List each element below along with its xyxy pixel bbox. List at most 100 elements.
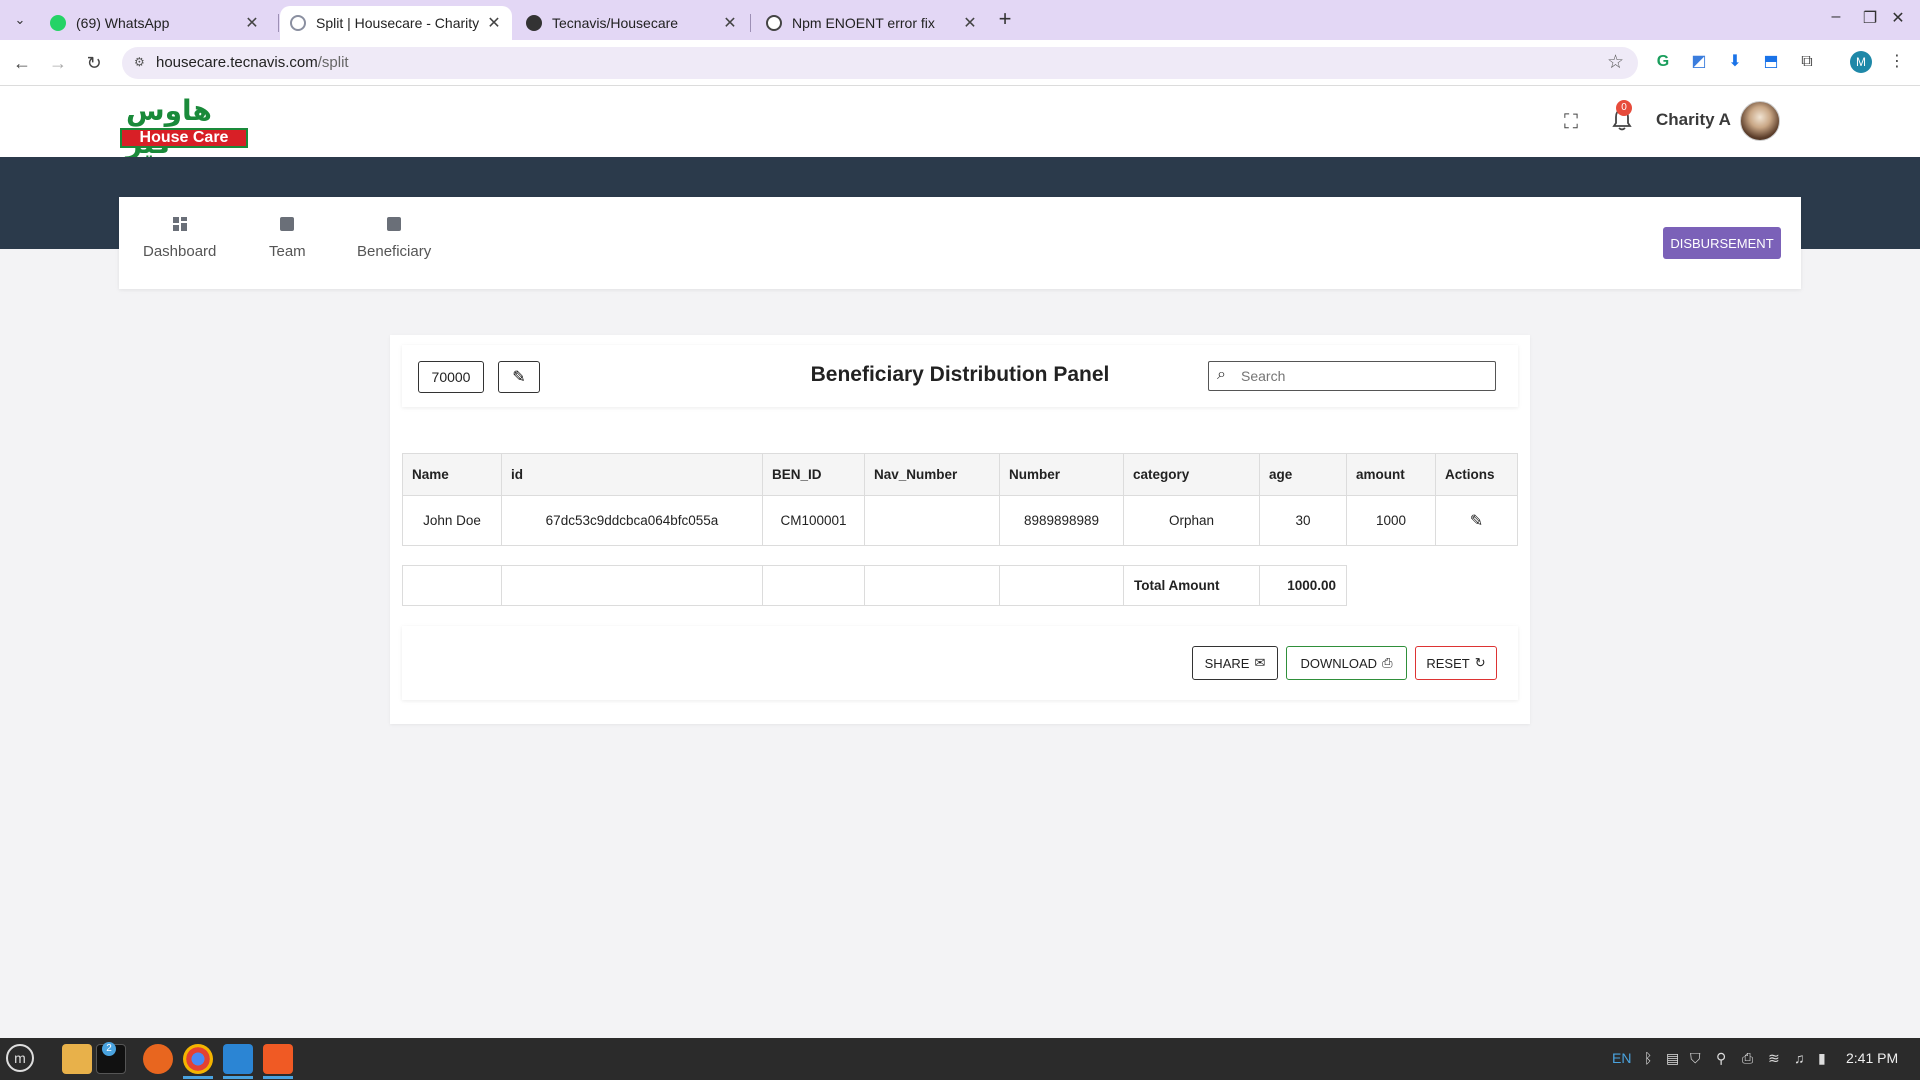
- badge-icon: [387, 217, 402, 231]
- files-icon[interactable]: [62, 1044, 92, 1074]
- clipboard-icon[interactable]: ▤: [1666, 1050, 1679, 1067]
- browser-toolbar: ← → ↻ ⚙ housecare.tecnavis.com/split ☆ G…: [0, 40, 1920, 86]
- nav-item-dashboard[interactable]: Dashboard: [143, 217, 216, 260]
- new-tab-icon[interactable]: +: [993, 8, 1017, 32]
- fullscreen-icon[interactable]: ⛶: [1557, 108, 1585, 136]
- reset-button[interactable]: RESET ↻: [1415, 646, 1497, 680]
- table-header-row: Name id BEN_ID Nav_Number Number categor…: [402, 453, 1518, 496]
- extensions-puzzle-icon[interactable]: ⧉: [1796, 51, 1818, 73]
- menu-kebab-icon[interactable]: ⋮: [1886, 51, 1908, 73]
- cell-ben-id: CM100001: [762, 495, 865, 546]
- distribution-panel: 70000 ✎ Beneficiary Distribution Panel ⌕…: [390, 335, 1530, 724]
- total-amount-value: 1000.00: [1259, 565, 1347, 606]
- nav-label: Dashboard: [143, 243, 217, 260]
- main-nav: Dashboard Team Beneficiary DISBURSEMENT: [119, 197, 1801, 289]
- chrome-icon[interactable]: [183, 1044, 213, 1074]
- cell-category: Orphan: [1123, 495, 1260, 546]
- whatsapp-icon: [50, 15, 66, 31]
- tab-github[interactable]: Tecnavis/Housecare ✕: [516, 6, 748, 40]
- empty-cell: [999, 565, 1124, 606]
- wifi-icon[interactable]: ≋: [1768, 1050, 1780, 1067]
- reset-label: RESET: [1426, 655, 1470, 671]
- location-icon[interactable]: ⚲: [1716, 1050, 1726, 1067]
- volume-icon[interactable]: ♫: [1794, 1050, 1805, 1066]
- tab-whatsapp[interactable]: (69) WhatsApp ✕: [40, 6, 270, 40]
- back-icon[interactable]: ←: [10, 51, 34, 75]
- pencil-icon: ✎: [512, 369, 526, 386]
- tab-search-chevron-icon[interactable]: ⌄: [8, 8, 32, 32]
- app-header: هاوس كير House Care ⛶ 0 Charity A: [0, 86, 1920, 160]
- empty-cell: [762, 565, 865, 606]
- terminal-badge: 2: [102, 1042, 116, 1056]
- vscode-icon[interactable]: [223, 1044, 253, 1074]
- start-menu-icon[interactable]: m: [6, 1044, 34, 1072]
- bookmark-star-icon[interactable]: ☆: [1607, 51, 1624, 74]
- column-header: Number: [999, 453, 1124, 496]
- brave-icon[interactable]: [263, 1044, 293, 1074]
- beneficiary-table: Name id BEN_ID Nav_Number Number categor…: [402, 453, 1518, 546]
- column-header: amount: [1346, 453, 1436, 496]
- shield-icon[interactable]: ⛉: [1690, 1050, 1701, 1067]
- address-bar[interactable]: ⚙ housecare.tecnavis.com/split ☆: [122, 47, 1638, 79]
- tab-npm-error[interactable]: Npm ENOENT error fix ✕: [756, 6, 988, 40]
- tab-title: Tecnavis/Housecare: [552, 15, 679, 31]
- keyboard-layout[interactable]: EN: [1612, 1050, 1631, 1066]
- minimize-icon[interactable]: –: [1826, 8, 1846, 26]
- forward-icon[interactable]: →: [46, 51, 70, 75]
- active-app-indicator: [223, 1076, 253, 1079]
- badge-icon: [280, 217, 295, 231]
- close-tab-icon[interactable]: ✕: [486, 13, 502, 33]
- os-taskbar: m 2 EN ᛒ ▤ ⛉ ⚲ ⎙ ≋ ♫ ▮ 2:41 PM: [0, 1038, 1920, 1080]
- user-name[interactable]: Charity A: [1656, 110, 1731, 130]
- table-row: John Doe 67dc53c9ddcbca064bfc055a CM1000…: [402, 495, 1518, 546]
- tab-divider: [750, 14, 751, 32]
- share-label: SHARE: [1204, 655, 1250, 671]
- tab-divider: [278, 14, 279, 32]
- empty-cell: [501, 565, 763, 606]
- bluetooth-icon[interactable]: ᛒ: [1644, 1050, 1652, 1066]
- disbursement-button[interactable]: DISBURSEMENT: [1663, 227, 1781, 259]
- grammarly-icon[interactable]: G: [1652, 51, 1674, 73]
- site-info-icon[interactable]: ⚙: [134, 55, 150, 71]
- nav-item-team[interactable]: Team: [269, 217, 306, 260]
- download-label: DOWNLOAD: [1300, 655, 1378, 671]
- house-care-logo[interactable]: هاوس كير House Care: [120, 94, 248, 160]
- downloader-extension-icon[interactable]: ⬒: [1760, 51, 1782, 73]
- active-app-indicator: [263, 1076, 293, 1079]
- close-window-icon[interactable]: ✕: [1888, 8, 1908, 28]
- close-tab-icon[interactable]: ✕: [244, 13, 260, 33]
- column-header: id: [501, 453, 763, 496]
- total-budget-value: 70000: [418, 361, 484, 393]
- clock[interactable]: 2:41 PM: [1846, 1050, 1898, 1066]
- edit-row-pencil-icon[interactable]: ✎: [1470, 513, 1483, 530]
- chatgpt-icon: [766, 15, 782, 31]
- cell-id: 67dc53c9ddcbca064bfc055a: [501, 495, 763, 546]
- panel-actions: SHARE ✉ DOWNLOAD ⎙ RESET ↻: [402, 626, 1518, 700]
- url-host: housecare.tecnavis.com: [156, 54, 318, 71]
- column-header: category: [1123, 453, 1260, 496]
- search-box: ⌕: [1208, 361, 1496, 391]
- search-input[interactable]: [1241, 366, 1489, 386]
- edit-budget-button[interactable]: ✎: [498, 361, 540, 393]
- cell-amount: 1000: [1346, 495, 1436, 546]
- column-header: Actions: [1435, 453, 1518, 496]
- nav-item-beneficiary[interactable]: Beneficiary: [357, 217, 431, 260]
- download-button[interactable]: DOWNLOAD ⎙: [1286, 646, 1407, 680]
- tab-title: Npm ENOENT error fix: [792, 15, 935, 31]
- close-tab-icon[interactable]: ✕: [722, 13, 738, 33]
- battery-icon[interactable]: ▮: [1818, 1050, 1826, 1067]
- user-avatar[interactable]: [1740, 101, 1780, 141]
- extension-icon[interactable]: ◩: [1688, 51, 1710, 73]
- close-tab-icon[interactable]: ✕: [962, 13, 978, 33]
- download-arrow-icon[interactable]: ⬇: [1724, 51, 1746, 73]
- firefox-icon[interactable]: [143, 1044, 173, 1074]
- reload-icon[interactable]: ↻: [82, 51, 106, 75]
- loading-icon: [290, 15, 306, 31]
- tab-split-housecare[interactable]: Split | Housecare - Charity Or ✕: [280, 6, 512, 40]
- profile-icon[interactable]: M: [1850, 51, 1872, 73]
- printer-icon[interactable]: ⎙: [1742, 1050, 1753, 1067]
- github-icon: [526, 15, 542, 31]
- share-button[interactable]: SHARE ✉: [1192, 646, 1278, 680]
- mail-icon: ✉: [1254, 655, 1266, 670]
- restore-icon[interactable]: ❐: [1860, 8, 1880, 28]
